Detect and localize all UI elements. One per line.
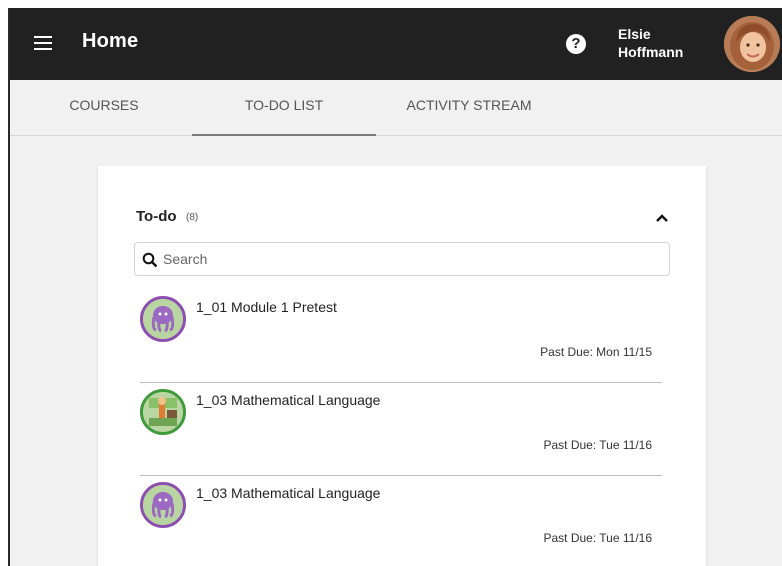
search-input[interactable] <box>163 249 653 269</box>
top-app-bar: Home ? Elsie Hoffmann <box>10 8 782 80</box>
item-title: 1_01 Module 1 Pretest <box>196 299 337 315</box>
user-first-name: Elsie <box>618 26 651 42</box>
page-title: Home <box>82 30 139 52</box>
avatar[interactable] <box>724 16 780 72</box>
octopus-icon <box>140 482 186 528</box>
item-due-date: Past Due: Tue 11/16 <box>543 531 652 545</box>
hamburger-menu-icon[interactable] <box>34 36 52 50</box>
list-item[interactable]: 1_01 Module 1 Pretest Past Due: Mon 11/1… <box>140 290 662 383</box>
item-due-date: Past Due: Tue 11/16 <box>543 438 652 452</box>
classroom-icon <box>140 389 186 435</box>
item-title: 1_03 Mathematical Language <box>196 485 381 501</box>
todo-count: (8) <box>186 212 199 223</box>
item-title: 1_03 Mathematical Language <box>196 392 381 408</box>
tab-todo-list[interactable]: TO-DO LIST <box>192 80 376 136</box>
todo-title: To-do <box>136 208 177 225</box>
user-last-name: Hoffmann <box>618 44 684 60</box>
todo-list: 1_01 Module 1 Pretest Past Due: Mon 11/1… <box>140 290 662 566</box>
item-due-date: Past Due: Mon 11/15 <box>540 345 652 359</box>
octopus-icon <box>140 296 186 342</box>
avatar-photo-icon <box>724 16 780 72</box>
help-icon[interactable]: ? <box>566 34 586 54</box>
list-item[interactable]: 1_03 Mathematical Language Past Due: Tue… <box>140 383 662 476</box>
left-border <box>0 0 10 566</box>
search-icon <box>142 252 158 268</box>
chevron-up-icon[interactable] <box>654 210 670 226</box>
todo-header: To-do (8) <box>136 208 670 228</box>
todo-card: To-do (8) Search 1_01 Module 1 Pretest P… <box>98 166 706 566</box>
search-box[interactable] <box>134 242 670 276</box>
user-name[interactable]: Elsie Hoffmann <box>618 25 683 61</box>
tab-activity-stream[interactable]: ACTIVITY STREAM <box>394 80 544 136</box>
tab-courses[interactable]: COURSES <box>54 80 154 136</box>
tab-bar: COURSES TO-DO LIST ACTIVITY STREAM <box>10 80 782 136</box>
list-item[interactable]: 1_03 Mathematical Language Past Due: Tue… <box>140 476 662 566</box>
app-frame: Home ? Elsie Hoffmann COURSES TO-DO LIST… <box>10 8 782 566</box>
